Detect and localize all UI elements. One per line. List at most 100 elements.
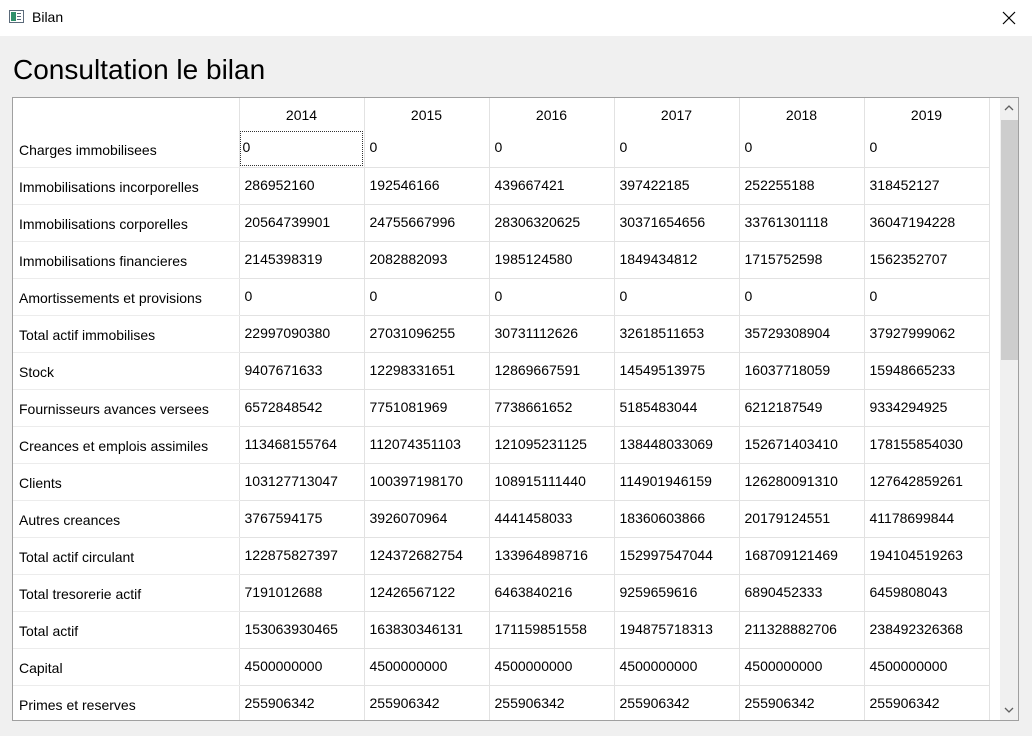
table-cell[interactable]: 2082882093	[364, 241, 490, 279]
table-cell[interactable]: 1562352707	[864, 241, 990, 279]
row-header[interactable]: Autres creances	[13, 500, 240, 538]
table-cell[interactable]: 0	[614, 130, 740, 168]
scroll-thumb[interactable]	[1001, 120, 1018, 360]
table-cell[interactable]: 168709121469	[739, 537, 865, 575]
table-cell[interactable]: 0	[489, 278, 615, 316]
row-header[interactable]: Fournisseurs avances versees	[13, 389, 240, 427]
table-cell[interactable]: 2145398319	[239, 241, 365, 279]
row-header[interactable]: Total tresorerie actif	[13, 574, 240, 612]
table-cell[interactable]: 0	[489, 130, 615, 168]
table-cell[interactable]: 6459808043	[864, 574, 990, 612]
table-cell[interactable]: 255906342	[239, 685, 365, 720]
table-cell[interactable]: 9259659616	[614, 574, 740, 612]
table-cell[interactable]: 41178699844	[864, 500, 990, 538]
table-cell[interactable]: 37927999062	[864, 315, 990, 353]
table-cell[interactable]: 126280091310	[739, 463, 865, 501]
table-cell[interactable]: 113468155764	[239, 426, 365, 464]
table-cell[interactable]: 252255188	[739, 167, 865, 205]
table-cell[interactable]: 318452127	[864, 167, 990, 205]
table-cell[interactable]: 12298331651	[364, 352, 490, 390]
table-cell[interactable]: 138448033069	[614, 426, 740, 464]
table-cell[interactable]: 397422185	[614, 167, 740, 205]
table-cell[interactable]: 7191012688	[239, 574, 365, 612]
table-cell[interactable]: 255906342	[739, 685, 865, 720]
row-header[interactable]: Immobilisations financieres	[13, 241, 240, 279]
table-cell[interactable]: 255906342	[614, 685, 740, 720]
table-cell[interactable]: 4500000000	[364, 648, 490, 686]
table-cell[interactable]: 1985124580	[489, 241, 615, 279]
table-cell[interactable]: 194104519263	[864, 537, 990, 575]
column-header-2017[interactable]: 2017	[614, 98, 740, 130]
table-cell[interactable]: 178155854030	[864, 426, 990, 464]
table-cell[interactable]: 1849434812	[614, 241, 740, 279]
row-header[interactable]: Capital	[13, 648, 240, 686]
column-header-2019[interactable]: 2019	[864, 98, 990, 130]
row-header[interactable]: Charges immobilisees	[13, 130, 240, 168]
column-header-2015[interactable]: 2015	[364, 98, 490, 130]
table-cell[interactable]: 4500000000	[614, 648, 740, 686]
table-cell[interactable]: 152997547044	[614, 537, 740, 575]
table-cell[interactable]: 32618511653	[614, 315, 740, 353]
table-cell[interactable]: 0	[364, 130, 490, 168]
table-cell[interactable]: 7751081969	[364, 389, 490, 427]
table-cell[interactable]: 7738661652	[489, 389, 615, 427]
table-cell[interactable]: 15948665233	[864, 352, 990, 390]
table-cell[interactable]: 30731112626	[489, 315, 615, 353]
table-cell[interactable]: 4441458033	[489, 500, 615, 538]
table-cell[interactable]: 6572848542	[239, 389, 365, 427]
scroll-down-button[interactable]	[1000, 702, 1018, 720]
table-cell[interactable]: 33761301118	[739, 204, 865, 242]
close-button[interactable]	[986, 0, 1032, 36]
row-header[interactable]: Amortissements et provisions	[13, 278, 240, 316]
table-cell[interactable]: 20179124551	[739, 500, 865, 538]
table-cell[interactable]: 255906342	[489, 685, 615, 720]
table-cell[interactable]: 255906342	[864, 685, 990, 720]
column-header-2014[interactable]: 2014	[239, 98, 365, 130]
table-cell[interactable]: 0	[864, 278, 990, 316]
table-cell[interactable]: 152671403410	[739, 426, 865, 464]
row-header[interactable]: Total actif circulant	[13, 537, 240, 575]
column-header-2018[interactable]: 2018	[739, 98, 865, 130]
table-cell[interactable]: 122875827397	[239, 537, 365, 575]
table-cell[interactable]: 4500000000	[489, 648, 615, 686]
table-cell[interactable]: 133964898716	[489, 537, 615, 575]
table-cell[interactable]: 24755667996	[364, 204, 490, 242]
table-cell[interactable]: 14549513975	[614, 352, 740, 390]
row-header[interactable]: Immobilisations incorporelles	[13, 167, 240, 205]
table-cell[interactable]: 5185483044	[614, 389, 740, 427]
table-cell[interactable]: 163830346131	[364, 611, 490, 649]
row-header[interactable]: Clients	[13, 463, 240, 501]
table-cell[interactable]: 100397198170	[364, 463, 490, 501]
table-cell[interactable]: 127642859261	[864, 463, 990, 501]
table-cell[interactable]: 192546166	[364, 167, 490, 205]
table-cell[interactable]: 211328882706	[739, 611, 865, 649]
table-cell[interactable]: 28306320625	[489, 204, 615, 242]
table-cell[interactable]: 27031096255	[364, 315, 490, 353]
table-cell[interactable]: 0	[364, 278, 490, 316]
row-header[interactable]: Primes et reserves	[13, 685, 240, 720]
table-cell[interactable]: 286952160	[239, 167, 365, 205]
table-cell[interactable]: 108915111440	[489, 463, 615, 501]
table-cell[interactable]: 4500000000	[239, 648, 365, 686]
table-cell[interactable]: 0	[864, 130, 990, 168]
table-cell[interactable]: 6890452333	[739, 574, 865, 612]
table-cell[interactable]: 153063930465	[239, 611, 365, 649]
table-cell[interactable]: 124372682754	[364, 537, 490, 575]
table-cell[interactable]: 194875718313	[614, 611, 740, 649]
table-cell[interactable]: 238492326368	[864, 611, 990, 649]
row-header[interactable]: Total actif immobilises	[13, 315, 240, 353]
table-cell[interactable]: 12426567122	[364, 574, 490, 612]
table-cell[interactable]: 4500000000	[864, 648, 990, 686]
table-cell[interactable]: 18360603866	[614, 500, 740, 538]
table-cell[interactable]: 0	[239, 130, 365, 168]
table-cell[interactable]: 35729308904	[739, 315, 865, 353]
row-header[interactable]: Immobilisations corporelles	[13, 204, 240, 242]
table-cell[interactable]: 9334294925	[864, 389, 990, 427]
table-cell[interactable]: 171159851558	[489, 611, 615, 649]
table-cell[interactable]: 439667421	[489, 167, 615, 205]
balance-sheet-table[interactable]: 2014 2015 2016 2017 2018 2019 Charges immobil…	[12, 97, 1019, 721]
table-cell[interactable]: 0	[739, 278, 865, 316]
table-cell[interactable]: 114901946159	[614, 463, 740, 501]
table-cell[interactable]: 36047194228	[864, 204, 990, 242]
table-cell[interactable]: 12869667591	[489, 352, 615, 390]
